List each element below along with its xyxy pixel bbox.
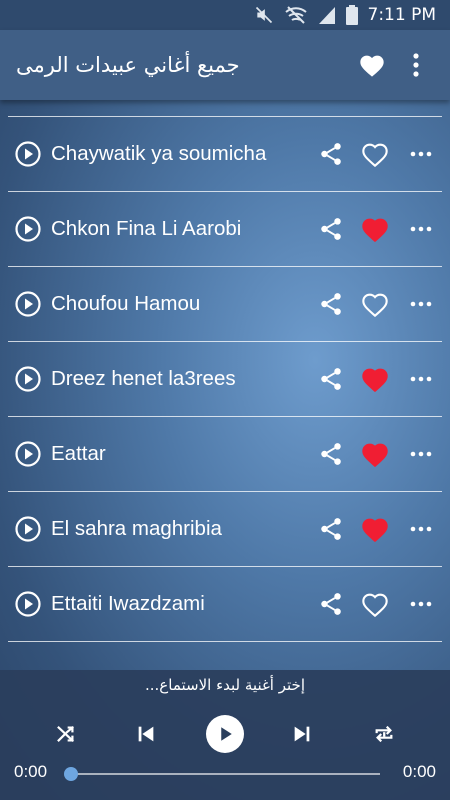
share-button[interactable] — [314, 437, 348, 471]
song-row[interactable]: Choufou Hamou — [8, 267, 442, 342]
heart-icon — [362, 443, 388, 467]
more-options-button[interactable] — [404, 437, 438, 471]
seek-bar[interactable] — [70, 773, 380, 775]
battery-icon — [345, 5, 358, 25]
previous-button[interactable] — [132, 720, 160, 748]
song-row[interactable]: Dreez henet la3rees — [8, 342, 442, 417]
shuffle-button[interactable] — [52, 720, 80, 748]
repeat-button[interactable] — [370, 720, 398, 748]
heart-icon — [362, 518, 388, 542]
play-circle-icon[interactable] — [15, 591, 41, 617]
player-controls — [0, 708, 450, 760]
song-row[interactable]: Chaywatik ya soumicha — [8, 117, 442, 192]
repeat-icon — [375, 725, 393, 743]
list-item[interactable] — [8, 642, 442, 670]
share-button[interactable] — [314, 137, 348, 171]
elapsed-time: 0:00 — [14, 762, 48, 781]
favorite-button[interactable] — [358, 362, 392, 396]
more-horiz-icon — [410, 301, 432, 307]
more-horiz-icon — [410, 376, 432, 382]
share-icon — [321, 293, 341, 315]
favorite-button[interactable] — [358, 212, 392, 246]
more-options-button[interactable] — [404, 137, 438, 171]
play-circle-icon[interactable] — [15, 216, 41, 242]
more-horiz-icon — [410, 601, 432, 607]
more-options-button[interactable] — [404, 362, 438, 396]
mute-icon — [254, 5, 274, 25]
share-button[interactable] — [314, 362, 348, 396]
song-row[interactable]: El sahra maghribia — [8, 492, 442, 567]
song-list[interactable]: Chaywatik ya soumicha Chkon Fina Li Aarob… — [0, 100, 450, 670]
more-options-button[interactable] — [404, 287, 438, 321]
song-row[interactable]: Chkon Fina Li Aarobi — [8, 192, 442, 267]
list-item[interactable] — [8, 100, 442, 117]
play-circle-icon[interactable] — [15, 291, 41, 317]
heart-icon — [362, 593, 388, 617]
more-horiz-icon — [410, 526, 432, 532]
app-bar: جميع أغاني عبيدات الرمى — [0, 30, 450, 100]
signal-icon — [318, 5, 336, 25]
song-title: Eattar — [51, 442, 106, 465]
favorite-button[interactable] — [358, 137, 392, 171]
more-options-button[interactable] — [404, 512, 438, 546]
duration-time: 0:00 — [402, 762, 436, 781]
more-horiz-icon — [410, 226, 432, 232]
status-bar: 7:11 PM — [0, 0, 450, 30]
share-icon — [321, 143, 341, 165]
play-button[interactable] — [206, 715, 244, 753]
skip-previous-icon — [138, 726, 154, 742]
more-vert-icon — [413, 53, 419, 77]
page-title: جميع أغاني عبيدات الرمى — [16, 53, 240, 77]
favorite-button[interactable] — [358, 512, 392, 546]
play-icon — [221, 727, 232, 741]
heart-icon — [362, 368, 388, 392]
share-icon — [321, 593, 341, 615]
shuffle-icon — [57, 726, 74, 742]
share-button[interactable] — [314, 287, 348, 321]
clock: 7:11 PM — [367, 5, 437, 25]
heart-icon — [362, 293, 388, 317]
song-row[interactable]: Eattar — [8, 417, 442, 492]
share-icon — [321, 368, 341, 390]
song-title: Chaywatik ya soumicha — [51, 142, 267, 165]
song-title: Chkon Fina Li Aarobi — [51, 217, 242, 240]
more-options-button[interactable] — [404, 587, 438, 621]
share-icon — [321, 443, 341, 465]
play-circle-icon[interactable] — [15, 366, 41, 392]
favorite-button[interactable] — [358, 437, 392, 471]
overflow-menu-button[interactable] — [398, 47, 434, 83]
play-circle-icon[interactable] — [15, 516, 41, 542]
heart-icon — [362, 218, 388, 242]
song-title: El sahra maghribia — [51, 517, 222, 540]
more-horiz-icon — [410, 151, 432, 157]
song-title: Ettaiti Iwazdzami — [51, 592, 205, 615]
song-title: Dreez henet la3rees — [51, 367, 236, 390]
share-button[interactable] — [314, 212, 348, 246]
song-row[interactable]: Ettaiti Iwazdzami — [8, 567, 442, 642]
more-options-button[interactable] — [404, 212, 438, 246]
play-circle-icon[interactable] — [15, 441, 41, 467]
player-bar: إختر أغنية لبدء الاستماع... 0:00 0:00 — [0, 670, 450, 800]
wifi-off-icon — [284, 5, 308, 25]
heart-icon — [360, 55, 384, 77]
heart-icon — [362, 143, 388, 167]
share-button[interactable] — [314, 587, 348, 621]
favorite-button[interactable] — [358, 587, 392, 621]
seek-thumb[interactable] — [64, 767, 78, 781]
player-status-text: إختر أغنية لبدء الاستماع... — [145, 676, 305, 694]
more-horiz-icon — [410, 451, 432, 457]
next-button[interactable] — [288, 720, 316, 748]
favorite-button[interactable] — [358, 287, 392, 321]
share-icon — [321, 218, 341, 240]
favorites-button[interactable] — [354, 47, 390, 83]
skip-next-icon — [294, 726, 310, 742]
share-icon — [321, 518, 341, 540]
song-title: Choufou Hamou — [51, 292, 201, 315]
share-button[interactable] — [314, 512, 348, 546]
play-circle-icon[interactable] — [15, 141, 41, 167]
